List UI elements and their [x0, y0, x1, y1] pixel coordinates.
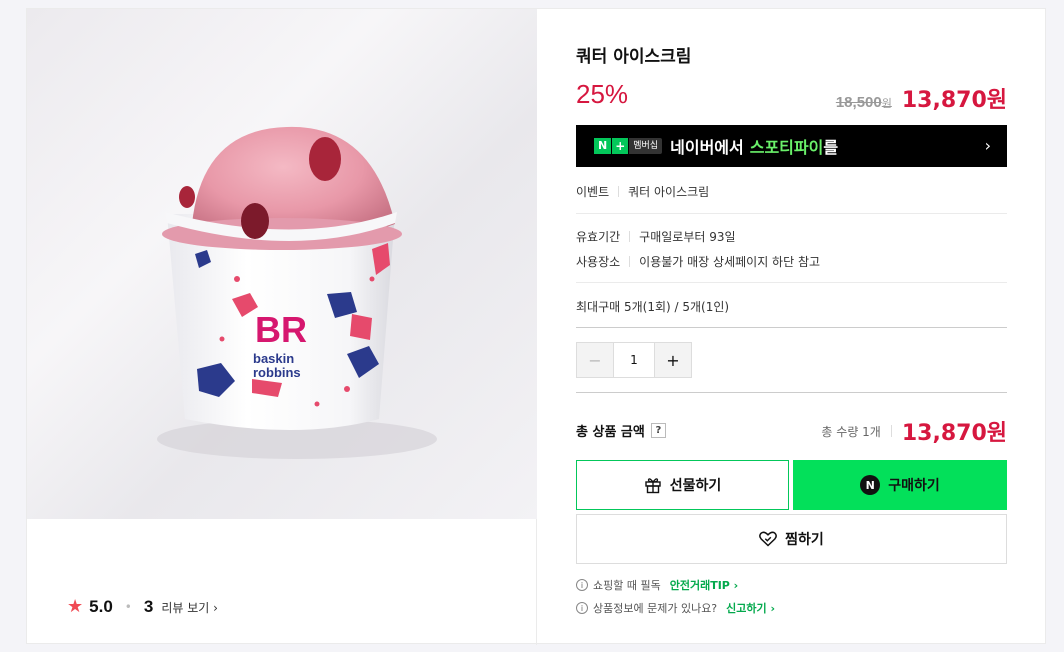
banner-text: 네이버에서: [670, 138, 744, 157]
chevron-right-icon: ›: [984, 136, 991, 155]
safe-trade-tip-link[interactable]: 안전거래TIP ›: [670, 577, 739, 593]
max-purchase: 최대구매 5개(1회) / 5개(1인): [576, 300, 730, 314]
separator-dot: •: [124, 600, 132, 614]
naver-plus-badge: N + 멤버십: [594, 138, 663, 154]
total-price-label: 총 상품 금액 ?: [576, 421, 666, 440]
ice-cream-cup-image: BR baskin robbins: [157, 126, 437, 459]
banner-text-end: 를: [823, 138, 839, 157]
naver-membership-banner[interactable]: N + 멤버십 네이버에서 스포티파이 를 ›: [576, 125, 1007, 167]
report-notice: i 상품정보에 문제가 있나요? 신고하기 ›: [576, 600, 775, 616]
review-count: 3: [143, 597, 154, 616]
gift-button[interactable]: 선물하기: [576, 460, 789, 510]
help-icon[interactable]: ?: [650, 423, 666, 438]
star-icon: ★: [67, 596, 84, 617]
increase-button[interactable]: +: [655, 343, 691, 377]
total-amount: 13,870원: [901, 421, 1007, 446]
product-image-panel: BR baskin robbins ★ 5.0 • 3 리뷰 보기 ›: [27, 9, 537, 645]
rating-score: 5.0: [89, 597, 113, 616]
product-photo[interactable]: BR baskin robbins: [27, 9, 537, 519]
safe-trade-notice: i 쇼핑할 때 필독 안전거래TIP ›: [576, 577, 738, 593]
location-row: 사용장소 이용불가 매장 상세페이지 하단 참고: [576, 255, 821, 269]
quantity-stepper[interactable]: − 1 +: [576, 342, 692, 378]
decrease-button[interactable]: −: [577, 343, 613, 377]
buy-button[interactable]: N 구매하기: [793, 460, 1007, 510]
total-summary: 총 수량 1개 13,870원: [821, 415, 1007, 447]
quantity-value[interactable]: 1: [613, 343, 655, 377]
product-title: 쿼터 아이스크림: [576, 47, 692, 67]
baskin-robbins-logo: BR: [255, 309, 307, 350]
divider: [576, 327, 1007, 328]
page: BR baskin robbins ★ 5.0 • 3 리뷰 보기 › 쿼터 아…: [0, 0, 1064, 652]
naver-pay-icon: N: [860, 475, 881, 495]
final-price: 13,870원: [901, 88, 1007, 113]
product-info-panel: 쿼터 아이스크림 25% 18,500원 13,870원 N + 멤버십 네이버…: [576, 9, 1007, 645]
discount-rate: 25%: [576, 79, 629, 109]
product-card: BR baskin robbins ★ 5.0 • 3 리뷰 보기 › 쿼터 아…: [26, 8, 1046, 645]
info-icon: i: [576, 579, 588, 591]
banner-highlight: 스포티파이: [749, 138, 824, 157]
wishlist-button[interactable]: 찜하기: [576, 514, 1007, 564]
review-link[interactable]: 리뷰 보기 ›: [161, 599, 218, 616]
divider: [576, 282, 1007, 283]
info-icon: i: [576, 602, 588, 614]
gift-icon: [645, 478, 661, 494]
heart-icon: [759, 531, 778, 547]
svg-text:robbins: robbins: [253, 365, 301, 380]
total-quantity: 총 수량 1개: [821, 424, 881, 439]
event-row: 이벤트 쿼터 아이스크림: [576, 185, 710, 199]
report-link[interactable]: 신고하기 ›: [726, 600, 775, 616]
divider: [576, 392, 1007, 393]
original-price: 18,500원: [835, 94, 892, 111]
divider: [576, 213, 1007, 214]
rating-summary: ★ 5.0 • 3 리뷰 보기 ›: [67, 597, 218, 617]
validity-row: 유효기간 구매일로부터 93일: [576, 230, 736, 244]
price-box: 18,500원 13,870원: [836, 82, 1007, 114]
svg-text:baskin: baskin: [253, 351, 294, 366]
